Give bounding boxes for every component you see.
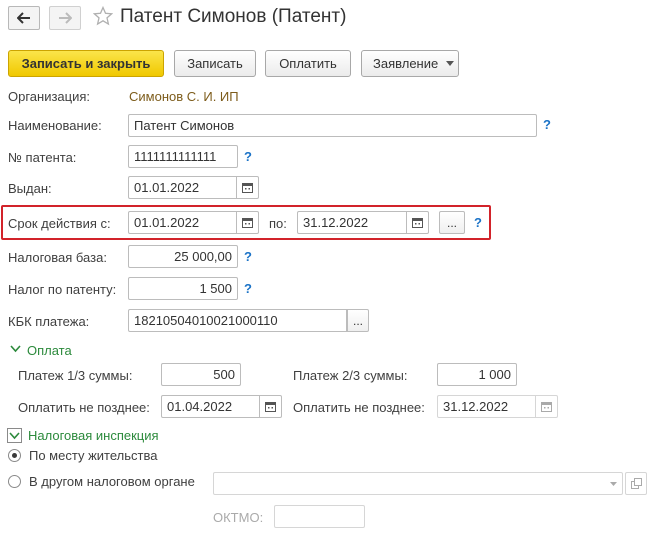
open-office-button bbox=[625, 472, 647, 495]
window-title: Патент Симонов (Патент) bbox=[120, 6, 347, 27]
favorite-star-icon[interactable] bbox=[92, 5, 114, 28]
organization-label: Организация: bbox=[8, 89, 91, 104]
forward-button[interactable] bbox=[49, 6, 81, 30]
calendar-icon bbox=[242, 218, 253, 228]
pay-button[interactable]: Оплатить bbox=[265, 50, 351, 77]
arrow-right-icon bbox=[59, 12, 72, 24]
kbk-input[interactable]: 18210504010021000110 bbox=[128, 309, 347, 332]
other-office-dropdown-arrow bbox=[604, 472, 623, 495]
oktmo-label: ОКТМО: bbox=[213, 510, 264, 525]
issued-label: Выдан: bbox=[8, 181, 52, 196]
due-date-2-calendar-button bbox=[536, 395, 558, 418]
name-input[interactable]: Патент Симонов bbox=[128, 114, 537, 137]
back-button[interactable] bbox=[8, 6, 40, 30]
kbk-select-button[interactable]: ... bbox=[347, 309, 369, 332]
period-help-icon[interactable]: ? bbox=[474, 215, 482, 230]
valid-to-label: по: bbox=[269, 216, 287, 231]
valid-to-date-input[interactable]: 31.12.2022 bbox=[297, 211, 407, 234]
tax-base-input[interactable]: 25 000,00 bbox=[128, 245, 238, 268]
statement-label: Заявление bbox=[373, 56, 439, 71]
due-date-1-calendar-button[interactable] bbox=[260, 395, 282, 418]
patent-tax-label: Налог по патенту: bbox=[8, 282, 117, 297]
due-date-1-label: Оплатить не позднее: bbox=[18, 400, 150, 415]
residence-radio[interactable] bbox=[8, 449, 21, 462]
name-help-icon[interactable]: ? bbox=[543, 117, 551, 132]
due-date-1-input[interactable]: 01.04.2022 bbox=[161, 395, 260, 418]
issued-date-input[interactable]: 01.01.2022 bbox=[128, 176, 237, 199]
tax-base-help-icon[interactable]: ? bbox=[244, 249, 252, 264]
tax-office-section-title[interactable]: Налоговая инспекция bbox=[28, 428, 159, 443]
tax-office-collapse-toggle[interactable] bbox=[7, 428, 22, 443]
payment-1-3-input[interactable]: 500 bbox=[161, 363, 241, 386]
kbk-label: КБК платежа: bbox=[8, 314, 90, 329]
patent-tax-help-icon[interactable]: ? bbox=[244, 281, 252, 296]
valid-to-calendar-button[interactable] bbox=[407, 211, 429, 234]
name-label: Наименование: bbox=[8, 118, 102, 133]
organization-value[interactable]: Симонов С. И. ИП bbox=[129, 89, 239, 104]
calendar-icon bbox=[265, 402, 276, 412]
period-select-button[interactable]: ... bbox=[439, 211, 465, 234]
due-date-2-input: 31.12.2022 bbox=[437, 395, 536, 418]
chevron-down-icon bbox=[9, 432, 20, 440]
save-button[interactable]: Записать bbox=[174, 50, 256, 77]
residence-option-label[interactable]: По месту жительства bbox=[29, 448, 157, 463]
patent-tax-input[interactable]: 1 500 bbox=[128, 277, 238, 300]
oktmo-input bbox=[274, 505, 365, 528]
patent-number-label: № патента: bbox=[8, 150, 77, 165]
calendar-icon bbox=[242, 183, 253, 193]
issued-calendar-button[interactable] bbox=[237, 176, 259, 199]
other-office-radio[interactable] bbox=[8, 475, 21, 488]
valid-from-date-input[interactable]: 01.01.2022 bbox=[128, 211, 237, 234]
valid-from-label: Срок действия с: bbox=[8, 216, 111, 231]
valid-from-calendar-button[interactable] bbox=[237, 211, 259, 234]
chevron-down-icon[interactable] bbox=[10, 345, 21, 353]
payment-2-3-label: Платеж 2/3 суммы: bbox=[293, 368, 408, 383]
open-form-icon bbox=[630, 478, 642, 489]
other-office-option-label[interactable]: В другом налоговом органе bbox=[29, 474, 195, 489]
chevron-down-icon bbox=[610, 481, 617, 486]
calendar-icon bbox=[541, 402, 552, 412]
arrow-left-icon bbox=[17, 12, 30, 24]
tax-base-label: Налоговая база: bbox=[8, 250, 107, 265]
save-and-close-button[interactable]: Записать и закрыть bbox=[8, 50, 164, 77]
payment-2-3-input[interactable]: 1 000 bbox=[437, 363, 517, 386]
other-office-select bbox=[213, 472, 623, 495]
calendar-icon bbox=[412, 218, 423, 228]
statement-dropdown-button[interactable]: Заявление bbox=[361, 50, 459, 77]
patent-number-input[interactable]: 1111111111111 bbox=[128, 145, 238, 168]
payment-1-3-label: Платеж 1/3 суммы: bbox=[18, 368, 133, 383]
patent-number-help-icon[interactable]: ? bbox=[244, 149, 252, 164]
payment-section-title[interactable]: Оплата bbox=[27, 343, 72, 358]
chevron-down-icon bbox=[446, 61, 455, 66]
due-date-2-label: Оплатить не позднее: bbox=[293, 400, 425, 415]
